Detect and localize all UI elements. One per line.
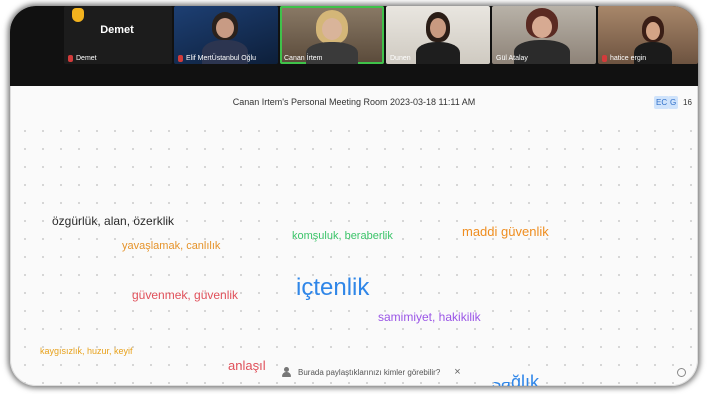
word-ozgurluk: özgürlük, alan, özerklik [52,214,175,228]
word-ictenlik: içtenlik [296,274,370,301]
badge-g[interactable]: G [668,96,679,109]
participant-tile-dunen[interactable]: Dunen [386,6,490,64]
visibility-banner[interactable]: Burada paylaştıklarınızı kimler görebili… [282,362,512,382]
close-icon[interactable]: × [454,366,460,378]
raised-hand-icon [72,8,84,22]
participant-tile-hatice[interactable]: hatice ergin [598,6,698,64]
zoom-window: Demet Demet Elif MertÜstanbul Oğlu Canan… [10,6,698,386]
participant-strip: Demet Demet Elif MertÜstanbul Oğlu Canan… [10,6,698,86]
person-icon [282,367,292,377]
word-anlasil: anlaşıl [228,358,266,373]
participant-tile-demet[interactable]: Demet Demet [64,6,172,64]
mic-muted-icon [178,55,183,62]
participant-tile-elif[interactable]: Elif MertÜstanbul Oğlu [174,6,278,64]
word-yavaslamak: yavaşlamak, canlılık [122,240,221,252]
meeting-title: Canan Irtem's Personal Meeting Room 2023… [232,97,476,107]
participant-name-label: Elif MertÜstanbul Oğlu [178,55,256,62]
word-guvenmek: güvenmek, güvenlik [132,288,239,302]
word-komsuluk: komşuluk, beraberlik [292,230,393,242]
share-title-bar: Canan Irtem's Personal Meeting Room 2023… [10,92,698,114]
banner-text: Burada paylaştıklarınızı kimler görebili… [298,367,441,377]
participant-display-name: Demet [100,24,134,36]
badge-count: 16 [683,98,692,107]
participant-tile-gul[interactable]: Gül Atalay [492,6,596,64]
word-maddi-guvenlik: maddi güvenlik [462,224,549,239]
badge-ec[interactable]: EC [654,96,670,109]
participant-name-label: Dunen [390,55,411,62]
participant-name-label: hatice ergin [602,55,646,62]
participant-tile-canan[interactable]: Canan İrtem [280,6,384,64]
participant-name-label: Canan İrtem [284,55,323,62]
mic-muted-icon [68,55,73,62]
scroll-indicator-icon[interactable] [677,368,686,377]
participant-name-label: Demet [68,55,97,62]
participant-name-label: Gül Atalay [496,55,528,62]
whiteboard-canvas[interactable]: özgürlük, alan, özerklik yavaşlamak, can… [10,118,698,386]
mic-muted-icon [602,55,607,62]
word-kaygisizlik: kaygısızlık, huzur, keyif [40,346,133,356]
word-samimiyet: samimiyet, hakikilik [378,310,481,324]
